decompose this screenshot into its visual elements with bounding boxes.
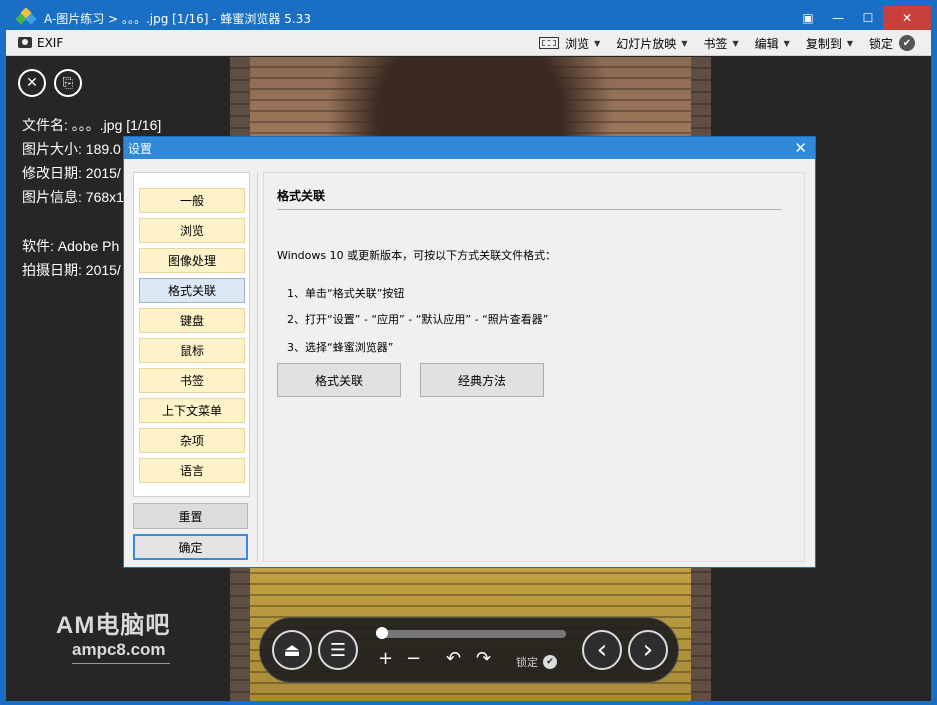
zoom-in-icon[interactable]: + xyxy=(378,648,393,669)
copy-info-icon[interactable]: ⎘ xyxy=(54,69,82,97)
nav-item-mouse[interactable]: 鼠标 xyxy=(139,338,245,363)
exif-button[interactable]: EXIF xyxy=(18,36,63,50)
check-circle-icon: ✔ xyxy=(543,655,557,669)
dialog-title-bar: 设置 ✕ xyxy=(124,137,815,159)
dialog-body: 一般 浏览 图像处理 格式关联 键盘 鼠标 书签 上下文菜单 杂项 语言 重置 … xyxy=(124,159,815,567)
info-size: 图片大小: 189.0 xyxy=(22,141,121,157)
divider xyxy=(277,209,782,210)
info-image: 图片信息: 768x1 xyxy=(22,189,124,205)
check-circle-icon: ✔ xyxy=(899,35,915,51)
menu-edit[interactable]: 编辑 ▼ xyxy=(755,35,790,52)
intro-text: Windows 10 或更新版本，可按以下方式关联文件格式： xyxy=(277,249,557,262)
eject-icon[interactable]: ⏏ xyxy=(272,630,312,670)
next-icon[interactable]: › xyxy=(628,630,668,670)
window-title: A-图片练习 > 。。。.jpg [1/16] - 蜂蜜浏览器 5.33 xyxy=(44,11,311,26)
divider xyxy=(257,172,258,562)
info-modified: 修改日期: 2015/ xyxy=(22,165,121,181)
step-1: 1、单击“格式关联”按钮 xyxy=(287,287,405,300)
progress-slider[interactable] xyxy=(376,630,566,638)
format-association-button[interactable]: 格式关联 xyxy=(277,363,401,397)
ok-button[interactable]: 确定 xyxy=(133,534,248,560)
nav-item-general[interactable]: 一般 xyxy=(139,188,245,213)
section-title: 格式关联 xyxy=(277,189,326,203)
menu-browse-label: 浏览 xyxy=(565,36,590,51)
lock-label: 锁定 xyxy=(516,656,538,669)
info-filename: 文件名: 。。。.jpg [1/16] xyxy=(22,117,162,133)
nav-item-language[interactable]: 语言 xyxy=(139,458,245,483)
settings-nav: 一般 浏览 图像处理 格式关联 键盘 鼠标 书签 上下文菜单 杂项 语言 xyxy=(133,172,250,497)
nav-item-bookmarks[interactable]: 书签 xyxy=(139,368,245,393)
lock-label: 锁定 xyxy=(868,36,893,51)
window-controls: ▣ — ☐ ✕ xyxy=(793,6,931,30)
exif-label: EXIF xyxy=(37,35,64,50)
menu-copy-to[interactable]: 复制到 ▼ xyxy=(806,35,853,52)
menu-browse[interactable]: 浏览 ▼ xyxy=(539,35,600,52)
previous-icon[interactable]: ‹ xyxy=(582,630,622,670)
restore-icon[interactable]: ▣ xyxy=(793,6,823,30)
chevron-down-icon: ▼ xyxy=(681,38,688,48)
close-icon[interactable]: ✕ xyxy=(18,69,46,97)
watermark-title: AM电脑吧 xyxy=(56,612,171,639)
nav-item-misc[interactable]: 杂项 xyxy=(139,428,245,453)
chevron-down-icon: ▼ xyxy=(783,38,790,48)
toolbar-menu: 浏览 ▼ 幻灯片放映 ▼ 书签 ▼ 编辑 ▼ 复制到 ▼ 锁定 ✔ xyxy=(523,30,915,56)
info-shot-date: 拍摄日期: 2015/ xyxy=(22,262,121,278)
nav-item-format-association[interactable]: 格式关联 xyxy=(139,278,245,303)
info-software: 软件: Adobe Ph xyxy=(22,238,120,254)
app-logo-icon xyxy=(15,7,37,28)
watermark-url: ampc8.com xyxy=(72,640,171,664)
lock-toggle-viewer[interactable]: 锁定 ✔ xyxy=(516,654,557,670)
classic-method-button[interactable]: 经典方法 xyxy=(420,363,544,397)
nav-item-browse[interactable]: 浏览 xyxy=(139,218,245,243)
dialog-title: 设置 xyxy=(128,141,153,156)
nav-item-keyboard[interactable]: 键盘 xyxy=(139,308,245,333)
title-bar: A-图片练习 > 。。。.jpg [1/16] - 蜂蜜浏览器 5.33 ▣ —… xyxy=(6,6,931,30)
reset-button[interactable]: 重置 xyxy=(133,503,248,529)
lock-toggle[interactable]: 锁定 ✔ xyxy=(869,35,915,52)
nav-item-image-processing[interactable]: 图像处理 xyxy=(139,248,245,273)
maximize-button[interactable]: ☐ xyxy=(853,6,883,30)
step-3: 3、选择“蜂蜜浏览器” xyxy=(287,341,394,354)
zoom-out-icon[interactable]: − xyxy=(406,648,421,669)
settings-dialog: 设置 ✕ 一般 浏览 图像处理 格式关联 键盘 鼠标 书签 上下文菜单 杂项 语… xyxy=(123,136,816,568)
close-window-button[interactable]: ✕ xyxy=(883,6,931,30)
progress-knob[interactable] xyxy=(376,627,388,639)
rotate-right-icon[interactable]: ↷ xyxy=(476,648,491,669)
menu-edit-label: 编辑 xyxy=(754,36,779,51)
minimize-button[interactable]: — xyxy=(823,6,853,30)
camera-icon xyxy=(18,37,32,48)
menu-slideshow-label: 幻灯片放映 xyxy=(616,36,677,51)
menu-copy-to-label: 复制到 xyxy=(805,36,842,51)
menu-bookmarks[interactable]: 书签 ▼ xyxy=(703,35,738,52)
watermark: AM电脑吧 ampc8.com xyxy=(56,605,171,664)
step-2: 2、打开“设置” - “应用” - “默认应用” - “照片查看器” xyxy=(287,313,549,326)
playback-controls: ⏏ ☰ + − ↶ ↷ 锁定 ✔ ‹ › xyxy=(259,617,679,683)
menu-bookmarks-label: 书签 xyxy=(703,36,728,51)
menu-slideshow[interactable]: 幻灯片放映 ▼ xyxy=(616,35,687,52)
toolbar: EXIF 浏览 ▼ 幻灯片放映 ▼ 书签 ▼ 编辑 ▼ 复制到 ▼ 锁定 ✔ xyxy=(6,30,931,56)
nav-item-context-menu[interactable]: 上下文菜单 xyxy=(139,398,245,423)
chevron-down-icon: ▼ xyxy=(594,38,601,48)
rotate-left-icon[interactable]: ↶ xyxy=(446,648,461,669)
menu-icon[interactable]: ☰ xyxy=(318,630,358,670)
close-icon[interactable]: ✕ xyxy=(794,139,807,157)
chevron-down-icon: ▼ xyxy=(846,38,853,48)
chevron-down-icon: ▼ xyxy=(732,38,739,48)
settings-content: 格式关联 Windows 10 或更新版本，可按以下方式关联文件格式： 1、单击… xyxy=(263,172,805,562)
frame-icon xyxy=(539,37,560,49)
